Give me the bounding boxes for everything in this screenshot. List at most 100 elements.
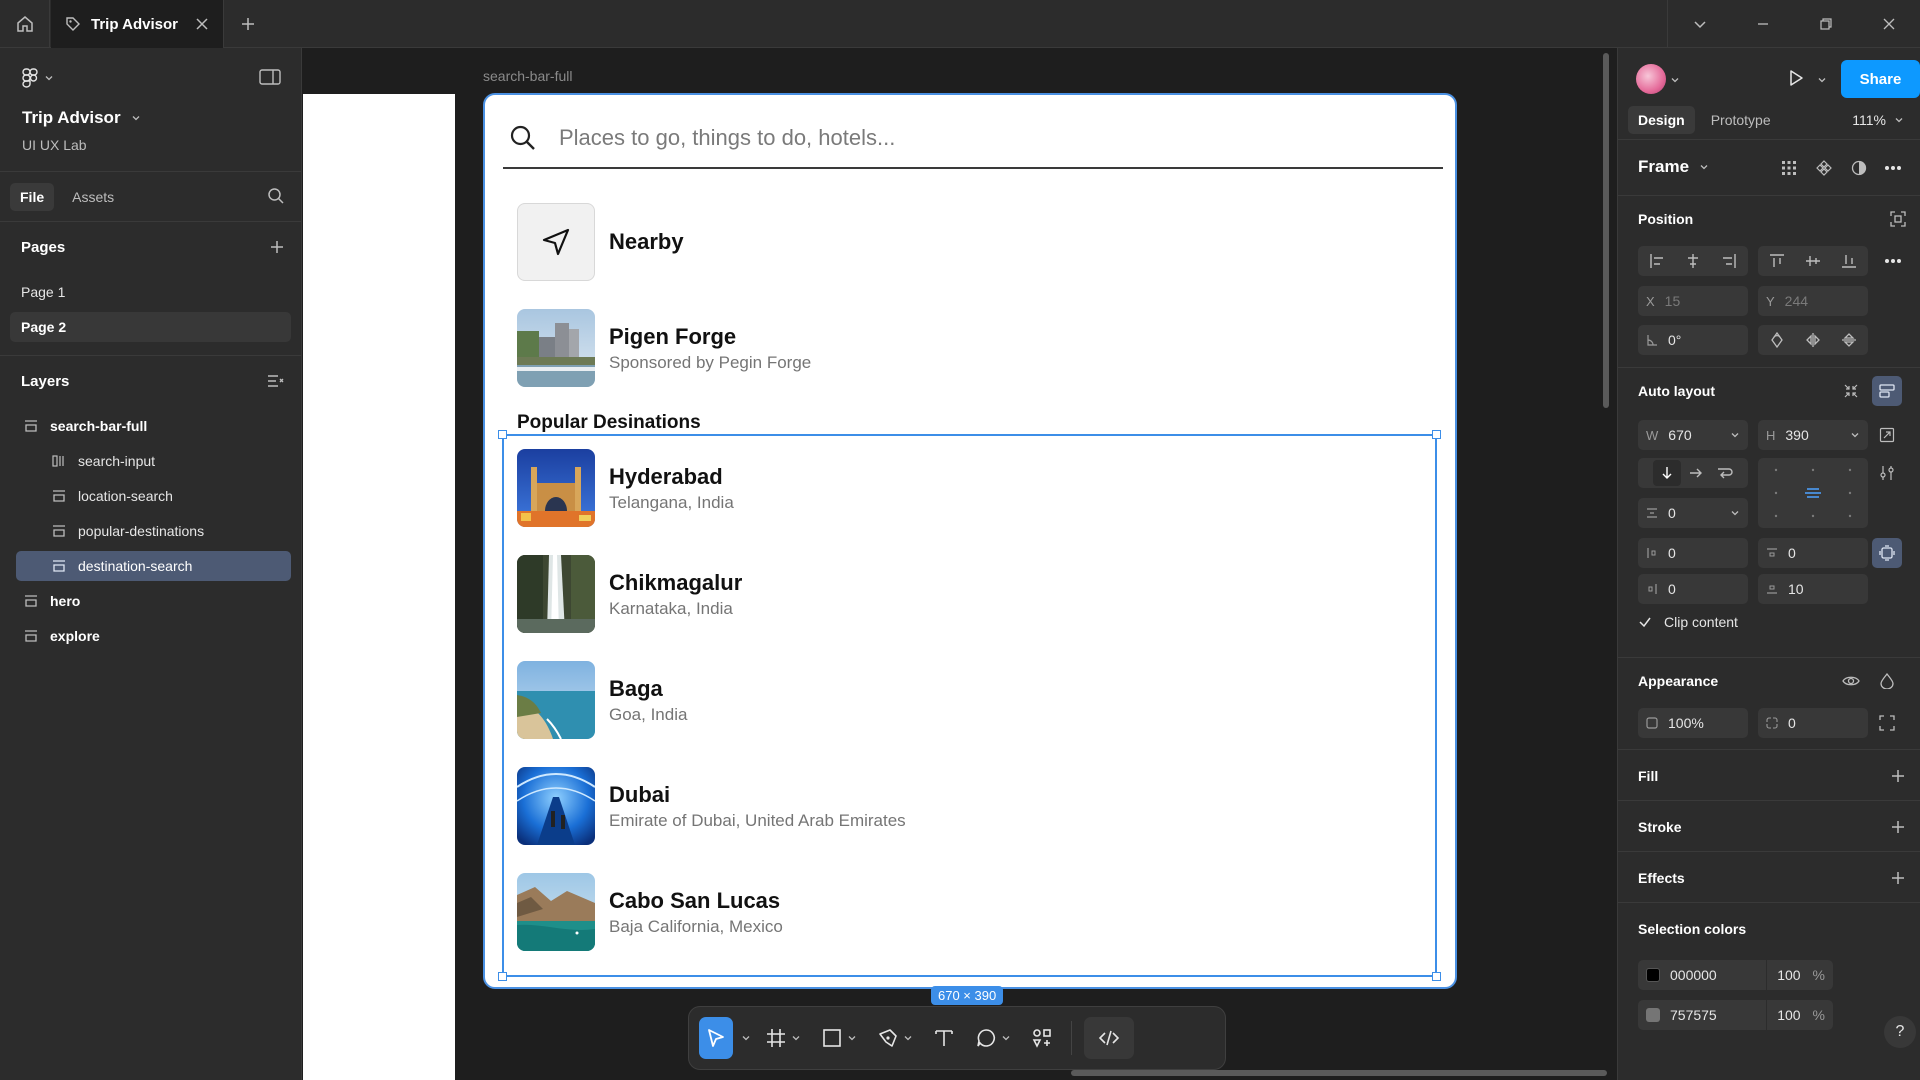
pen-tool[interactable] <box>871 1017 919 1059</box>
main-menu-button[interactable] <box>22 68 54 88</box>
frame-type-dropdown[interactable]: Frame <box>1638 157 1709 177</box>
x-position-field[interactable]: X 15 <box>1638 286 1748 316</box>
arrow-right-icon[interactable] <box>1689 466 1703 480</box>
add-page-icon[interactable] <box>269 239 285 255</box>
search-input[interactable]: Places to go, things to do, hotels... <box>503 109 1443 169</box>
align-left-icon[interactable] <box>1649 253 1665 269</box>
new-tab-button[interactable] <box>236 12 260 36</box>
tab-design[interactable]: Design <box>1628 105 1695 134</box>
page-item-1[interactable]: Page 1 <box>10 277 291 307</box>
rotate-icon[interactable] <box>1769 332 1785 348</box>
auto-layout-settings-button[interactable] <box>1872 458 1902 488</box>
tab-assets[interactable]: Assets <box>62 183 124 211</box>
clip-content-checkbox[interactable]: Clip content <box>1638 614 1738 630</box>
add-effect-icon[interactable] <box>1890 870 1906 886</box>
selection-color-row-2[interactable]: 757575 100 % <box>1638 1000 1833 1030</box>
file-tab[interactable]: Trip Advisor <box>51 0 224 48</box>
restore-button[interactable] <box>1794 0 1857 48</box>
resize-handle-top-left[interactable] <box>498 430 507 439</box>
layer-search-bar-full[interactable]: search-bar-full <box>16 411 291 441</box>
minimize-button[interactable] <box>1731 0 1794 48</box>
flip-vertical-icon[interactable] <box>1841 332 1857 348</box>
help-button[interactable]: ? <box>1884 1016 1916 1048</box>
comment-tool[interactable] <box>969 1017 1017 1059</box>
align-middle-icon[interactable] <box>1805 253 1821 269</box>
close-icon[interactable] <box>195 17 209 31</box>
horizontal-scrollbar[interactable] <box>1071 1070 1607 1076</box>
more-options-button[interactable] <box>1878 153 1908 183</box>
text-tool[interactable] <box>927 1017 961 1059</box>
layer-destination-search[interactable]: destination-search <box>16 551 291 581</box>
resize-handle-bottom-right[interactable] <box>1432 972 1441 981</box>
sidebar-toggle-button[interactable] <box>259 68 281 86</box>
corner-radius-field[interactable]: 0 <box>1758 708 1868 738</box>
hero-frame-partial[interactable] <box>303 94 455 1080</box>
direction-vertical-button[interactable] <box>1653 460 1681 486</box>
file-title[interactable]: Trip Advisor <box>22 108 141 128</box>
resize-handle-top-right[interactable] <box>1432 430 1441 439</box>
collapse-auto-layout-button[interactable] <box>1836 376 1866 406</box>
avatar[interactable] <box>1636 64 1666 94</box>
align-top-icon[interactable] <box>1769 253 1785 269</box>
layer-popular-destinations[interactable]: popular-destinations <box>16 516 291 546</box>
mask-button[interactable] <box>1844 153 1874 183</box>
individual-corners-button[interactable] <box>1872 708 1902 738</box>
window-close-button[interactable] <box>1857 0 1920 48</box>
focus-frame-icon[interactable] <box>1890 211 1906 227</box>
search-layers-button[interactable] <box>267 187 285 205</box>
add-stroke-icon[interactable] <box>1890 819 1906 835</box>
share-button[interactable]: Share <box>1841 60 1920 98</box>
component-button[interactable] <box>1809 153 1839 183</box>
individual-padding-button[interactable] <box>1872 538 1902 568</box>
frame-name-label[interactable]: search-bar-full <box>483 68 572 84</box>
present-button[interactable] <box>1786 68 1806 88</box>
sponsored-row[interactable]: Pigen Forge Sponsored by Pegin Forge <box>517 309 811 387</box>
selection-box[interactable] <box>498 430 1441 981</box>
y-position-field[interactable]: Y 244 <box>1758 286 1868 316</box>
alignment-matrix[interactable] <box>1758 458 1868 528</box>
canvas[interactable]: search-bar-full Places to go, things to … <box>303 48 1616 1080</box>
layer-hero[interactable]: hero <box>16 586 291 616</box>
padding-left-field[interactable]: 0 <box>1638 538 1748 568</box>
align-right-icon[interactable] <box>1721 253 1737 269</box>
visibility-button[interactable] <box>1836 666 1866 696</box>
color-swatch[interactable] <box>1646 968 1660 982</box>
gap-field[interactable]: 0 <box>1638 498 1748 528</box>
layer-search-input[interactable]: search-input <box>16 446 291 476</box>
actions-tool[interactable] <box>1025 1017 1059 1059</box>
rectangle-tool[interactable] <box>815 1017 863 1059</box>
resize-to-fit-button[interactable] <box>1872 420 1902 450</box>
layer-location-search[interactable]: location-search <box>16 481 291 511</box>
search-bar-full-frame[interactable]: Places to go, things to do, hotels... Ne… <box>483 93 1457 989</box>
more-align-button[interactable] <box>1878 246 1908 276</box>
layer-explore[interactable]: explore <box>16 621 291 651</box>
move-tool[interactable] <box>699 1017 733 1059</box>
tab-prototype[interactable]: Prototype <box>1701 106 1781 134</box>
tab-file[interactable]: File <box>10 182 55 211</box>
add-fill-icon[interactable] <box>1890 768 1906 784</box>
dev-mode-toggle[interactable] <box>1084 1017 1134 1059</box>
layout-grid-button[interactable] <box>1774 153 1804 183</box>
color-swatch[interactable] <box>1646 1008 1660 1022</box>
blend-mode-button[interactable] <box>1872 666 1902 696</box>
height-field[interactable]: H 390 <box>1758 420 1868 450</box>
page-item-2[interactable]: Page 2 <box>10 312 291 342</box>
vertical-scrollbar[interactable] <box>1603 53 1609 408</box>
wrap-icon[interactable] <box>1717 466 1733 480</box>
home-button[interactable] <box>0 0 50 48</box>
chevron-down-icon[interactable] <box>741 1033 751 1043</box>
chevron-down-icon[interactable] <box>1817 75 1827 85</box>
padding-top-field[interactable]: 0 <box>1758 538 1868 568</box>
chevron-down-icon[interactable] <box>1670 75 1680 85</box>
padding-bottom-field[interactable]: 10 <box>1758 574 1868 604</box>
opacity-field[interactable]: 100% <box>1638 708 1748 738</box>
collapse-layers-icon[interactable] <box>267 373 285 389</box>
tabs-dropdown-button[interactable] <box>1668 0 1731 48</box>
zoom-dropdown[interactable]: 111% <box>1852 112 1904 128</box>
flip-horizontal-icon[interactable] <box>1805 332 1821 348</box>
align-center-icon[interactable] <box>1685 253 1701 269</box>
resize-handle-bottom-left[interactable] <box>498 972 507 981</box>
rotation-field[interactable]: 0° <box>1638 325 1748 355</box>
width-field[interactable]: W 670 <box>1638 420 1748 450</box>
frame-tool[interactable] <box>759 1017 807 1059</box>
